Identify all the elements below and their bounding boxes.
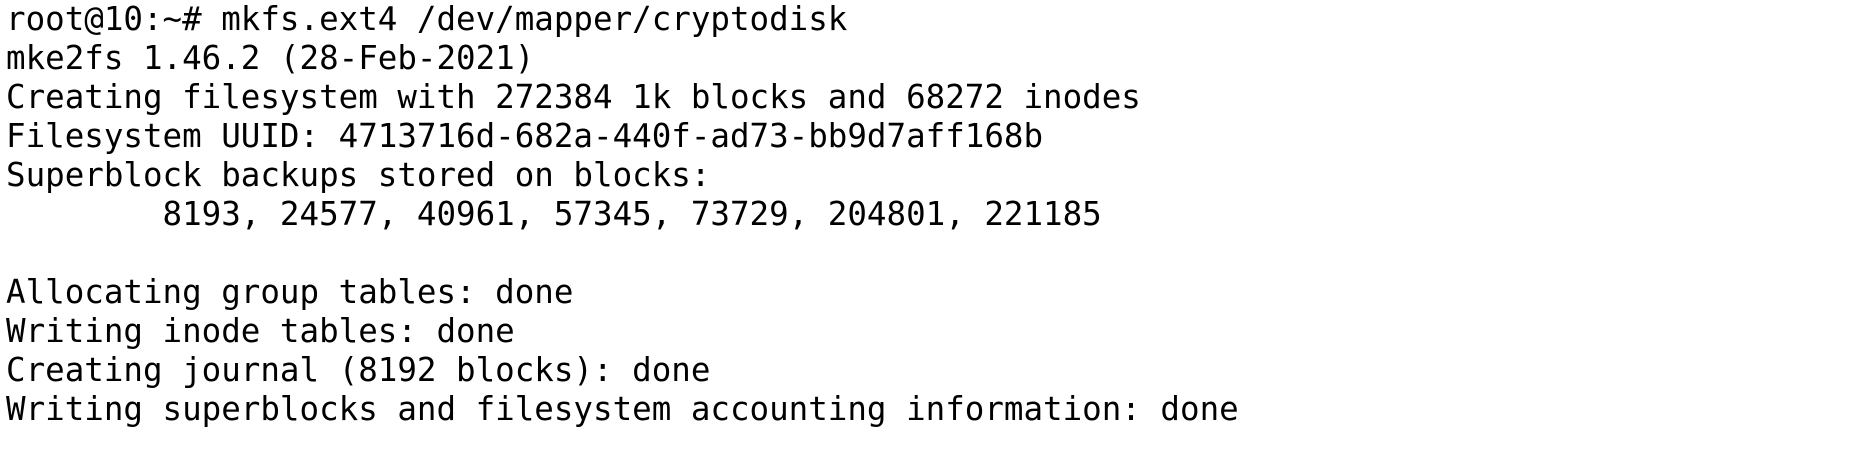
terminal-line-version: mke2fs 1.46.2 (28-Feb-2021) <box>6 39 535 77</box>
terminal-line-superblock: Superblock backups stored on blocks: <box>6 156 711 194</box>
terminal-line-prompt: root@10:~# mkfs.ext4 /dev/mapper/cryptod… <box>6 0 848 38</box>
terminal-window[interactable]: root@10:~# mkfs.ext4 /dev/mapper/cryptod… <box>0 0 1855 455</box>
terminal-line-group-tables: Allocating group tables: done <box>6 273 574 311</box>
terminal-line-inode-tables: Writing inode tables: done <box>6 312 515 350</box>
terminal-line-creating: Creating filesystem with 272384 1k block… <box>6 78 1141 116</box>
terminal-line-cursor <box>6 429 1855 455</box>
terminal-line-uuid: Filesystem UUID: 4713716d-682a-440f-ad73… <box>6 117 1044 155</box>
terminal-line-journal: Creating journal (8192 blocks): done <box>6 351 711 389</box>
terminal-line-blocks: 8193, 24577, 40961, 57345, 73729, 204801… <box>6 195 1102 233</box>
terminal-line-superblocks-done: Writing superblocks and filesystem accou… <box>6 390 1239 428</box>
